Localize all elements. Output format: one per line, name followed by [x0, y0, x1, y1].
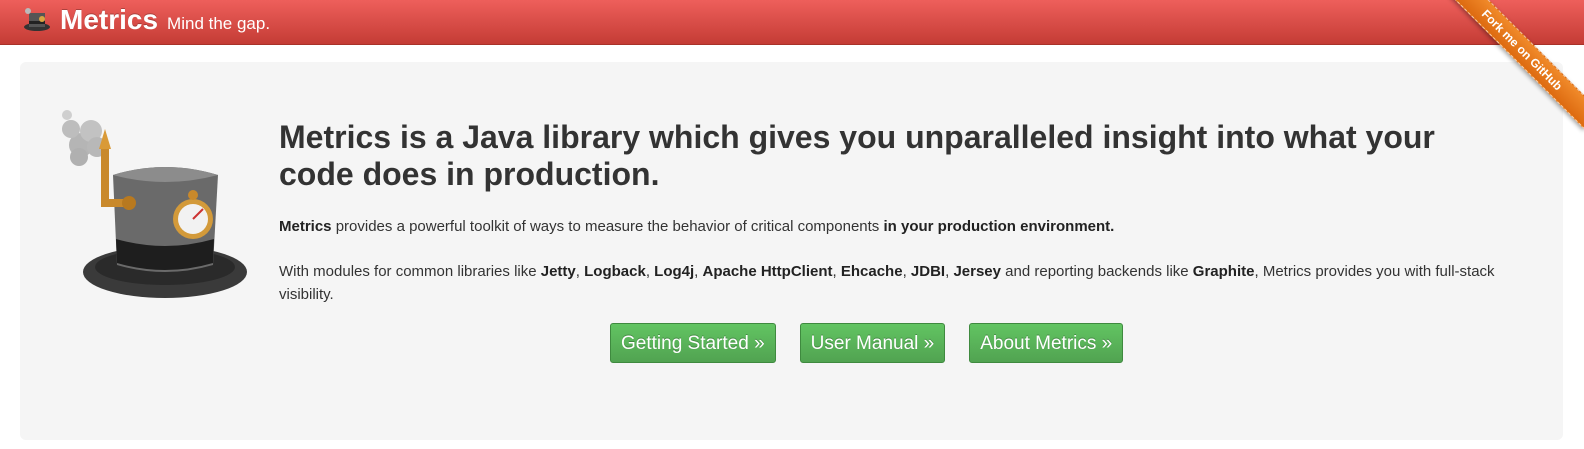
github-ribbon-container: Fork me on GitHub [1434, 0, 1584, 150]
getting-started-button[interactable]: Getting Started » [610, 323, 776, 363]
separator: , [902, 263, 911, 280]
fork-on-github-ribbon[interactable]: Fork me on GitHub [1442, 0, 1584, 130]
top-hat-logo-icon [24, 8, 50, 31]
module-ehcache: Ehcache [840, 263, 903, 280]
module-jersey: Jersey [953, 263, 1001, 280]
brand-tagline: Mind the gap. [167, 14, 271, 33]
hero-unit: Metrics is a Java library which gives yo… [20, 62, 1563, 440]
module-log4j: Log4j [654, 263, 695, 280]
hero-paragraph-intro: Metrics provides a powerful toolkit of w… [279, 215, 1519, 238]
steampunk-top-hat-icon [62, 110, 247, 298]
modules-text-mid: and reporting backends like [1001, 263, 1193, 280]
module-httpclient: Apache HttpClient [702, 263, 833, 280]
hero-headline: Metrics is a Java library which gives yo… [279, 119, 1435, 192]
brand-name: Metrics [60, 4, 159, 35]
top-navbar: Metrics Mind the gap. [0, 0, 1584, 45]
separator: , [832, 263, 841, 280]
module-jetty: Jetty [540, 263, 576, 280]
strong-metrics: Metrics [279, 218, 332, 235]
strong-production: in your production environment. [883, 218, 1115, 235]
module-logback: Logback [584, 263, 646, 280]
brand-link[interactable]: Metrics Mind the gap. [22, 4, 270, 36]
separator: , [575, 263, 585, 280]
modules-text-lead: With modules for common libraries like [279, 263, 541, 280]
module-jdbi: JDBI [910, 263, 946, 280]
backend-graphite: Graphite [1192, 263, 1255, 280]
separator: , [694, 263, 703, 280]
user-manual-button[interactable]: User Manual » [799, 323, 946, 363]
hero-button-group: Getting Started » User Manual » About Me… [610, 323, 1124, 363]
intro-text: provides a powerful toolkit of ways to m… [331, 218, 884, 235]
separator: , [645, 263, 655, 280]
about-metrics-button[interactable]: About Metrics » [969, 323, 1124, 363]
hero-paragraph-modules: With modules for common libraries like J… [279, 260, 1519, 306]
